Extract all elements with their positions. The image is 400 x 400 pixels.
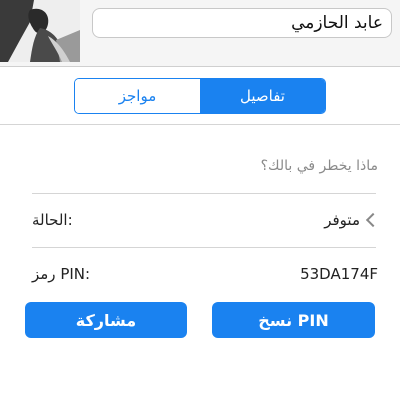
avatar-photo-icon	[0, 0, 80, 62]
status-value: متوفر	[324, 211, 360, 229]
section-divider	[0, 124, 400, 125]
copy-pin-button[interactable]: نسخ PIN	[212, 302, 375, 338]
avatar[interactable]	[0, 0, 80, 62]
chevron-left-icon	[365, 212, 381, 228]
status-message-input[interactable]: ماذا يخطر في بالك؟	[261, 158, 378, 174]
pin-label: رمز PIN:	[32, 265, 91, 283]
row-divider	[32, 247, 376, 248]
tab-details[interactable]: تفاصيل	[200, 79, 325, 113]
profile-screen: مواجز تفاصيل ماذا يخطر في بالك؟ الحالة: …	[0, 0, 400, 400]
tab-feeds[interactable]: مواجز	[75, 79, 200, 113]
share-button[interactable]: مشاركة	[25, 302, 187, 338]
profile-header	[0, 0, 400, 67]
pin-value: 53DA174F	[300, 265, 378, 283]
segmented-control: مواجز تفاصيل	[74, 78, 326, 114]
status-row[interactable]: متوفر	[324, 211, 381, 229]
row-divider	[32, 193, 376, 194]
display-name-field[interactable]	[92, 8, 392, 38]
status-label: الحالة:	[32, 211, 73, 229]
